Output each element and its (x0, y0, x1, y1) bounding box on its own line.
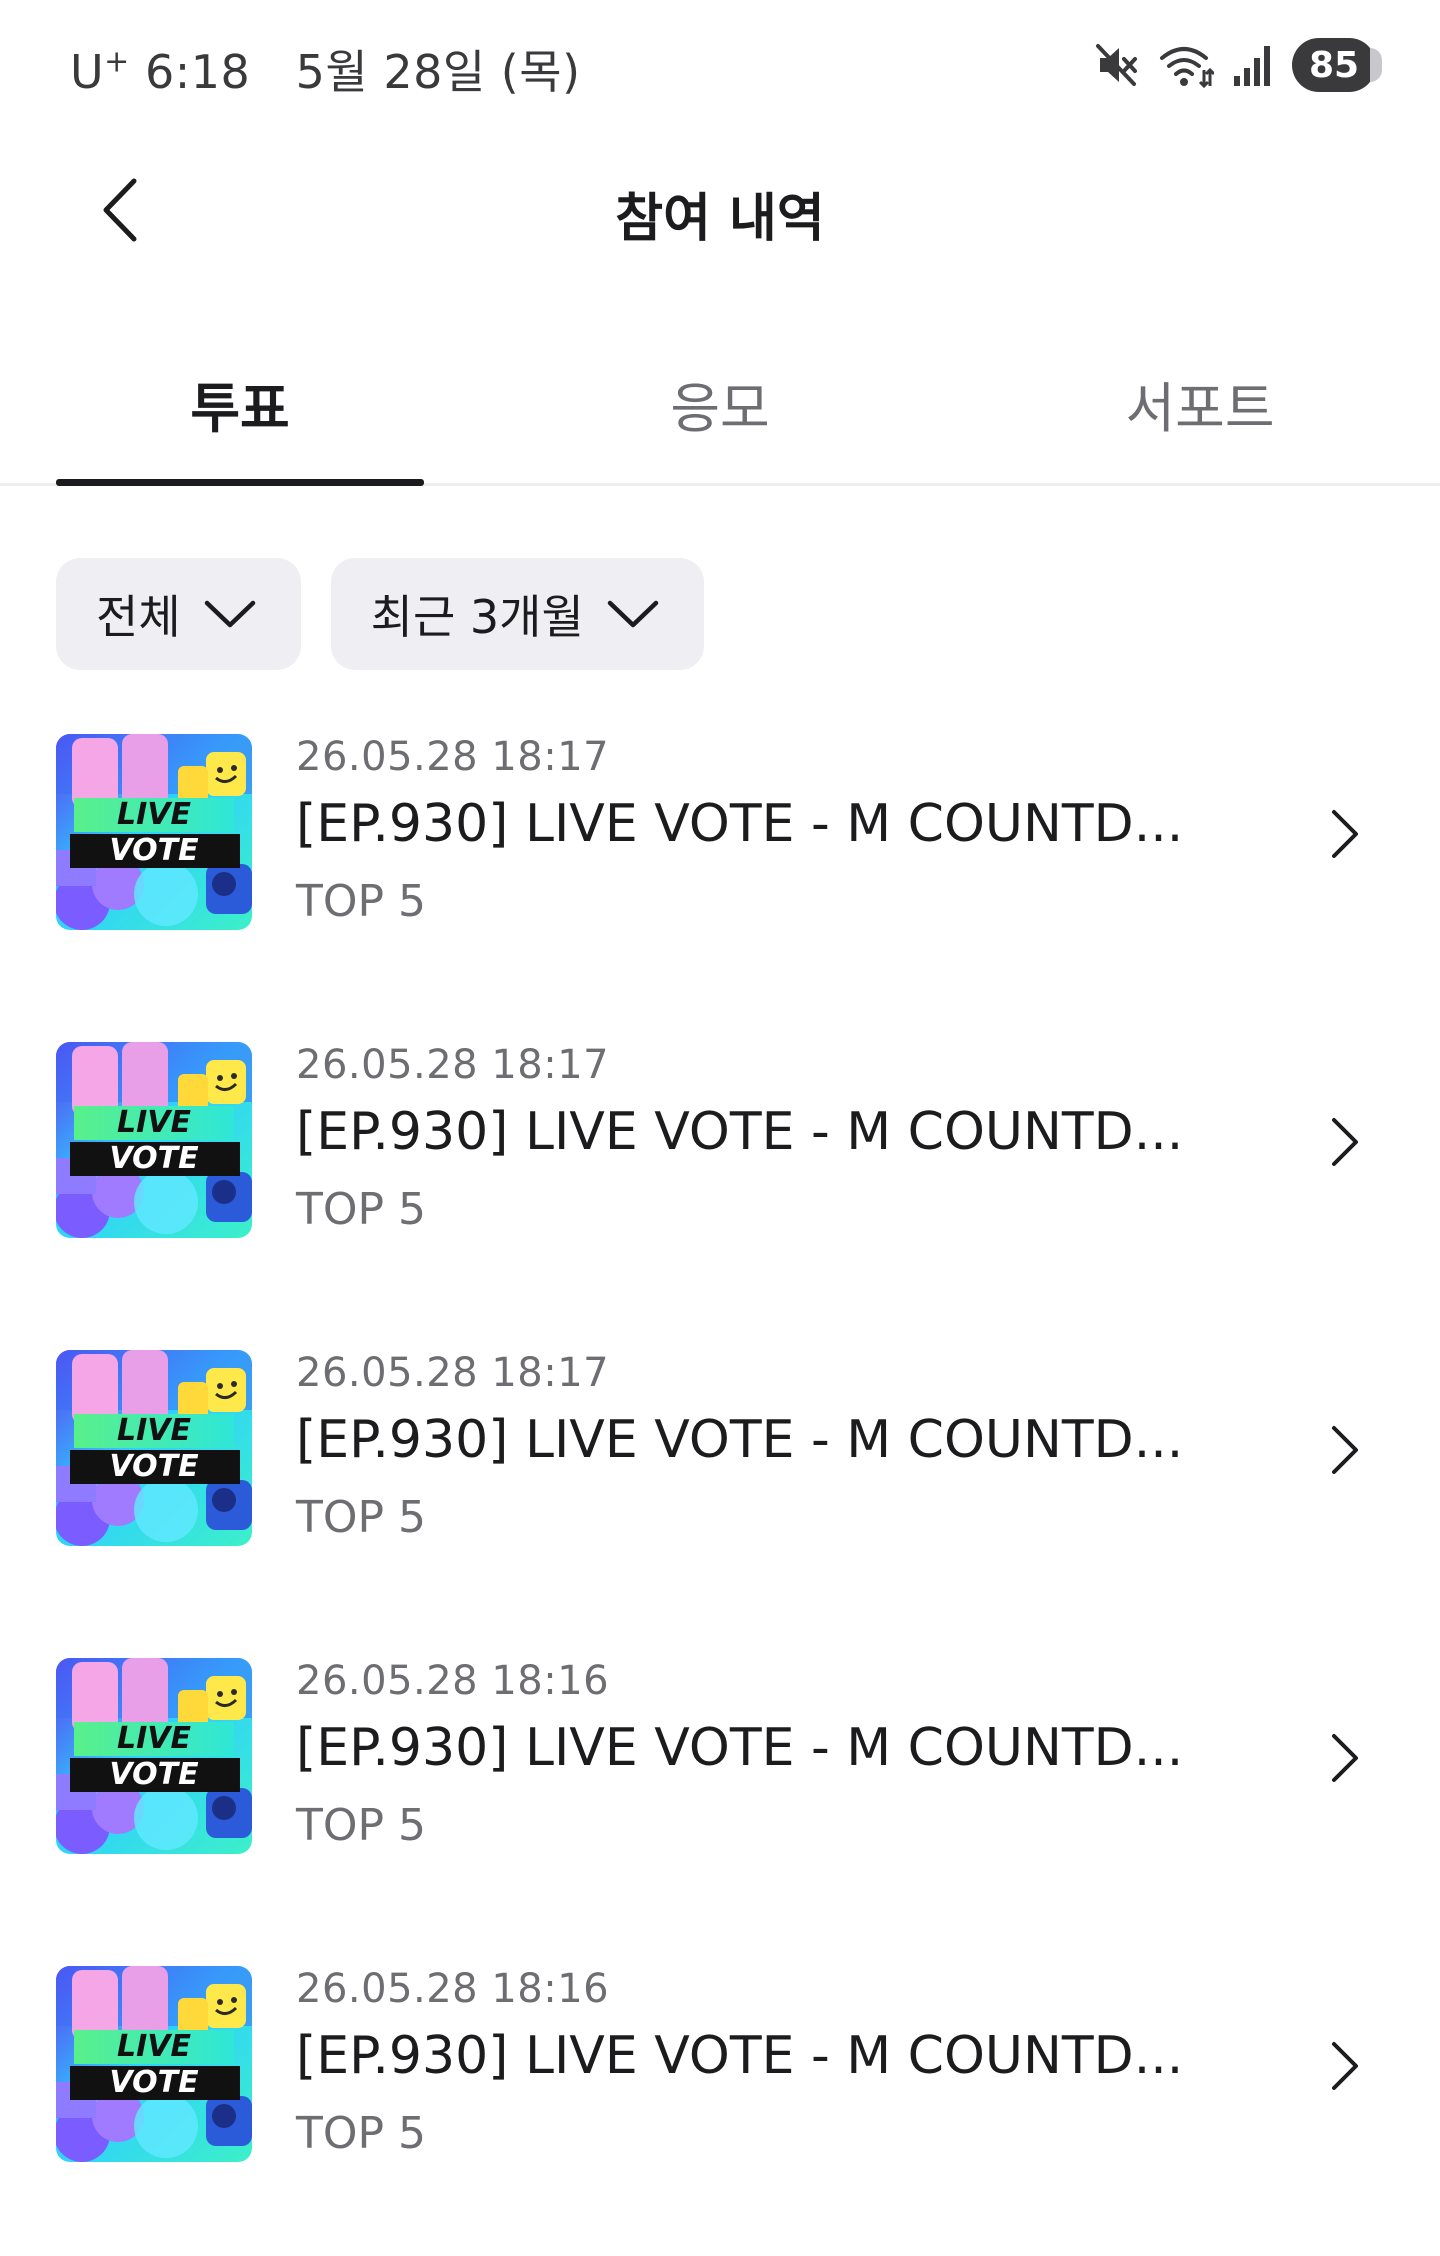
status-time: 6:18 (144, 45, 251, 99)
chevron-right-icon (1332, 810, 1358, 858)
status-right: 85 (1094, 38, 1382, 92)
item-subtitle: TOP 5 (296, 876, 427, 927)
filter-type-label: 전체 (96, 590, 181, 644)
carrier-label: U+ (70, 44, 130, 99)
screen: U+ 6:18 5월 28일 (목) 85 참여 내역 투표 응모 서포트 전체… (0, 0, 1440, 2256)
status-bar: U+ 6:18 5월 28일 (목) 85 (0, 0, 1440, 130)
live-vote-thumbnail: LIVE VOTE (56, 1350, 252, 1546)
list-item[interactable]: LIVE VOTE 26.05.28 18:16 [EP.930] LIVE V… (0, 1652, 1440, 1960)
chevron-down-icon (607, 600, 659, 628)
list-item[interactable]: LIVE VOTE 26.05.28 18:16 [EP.930] LIVE V… (0, 1960, 1440, 2256)
item-title: [EP.930] LIVE VOTE - M COUNTD... (296, 794, 1184, 854)
filter-bar: 전체 최근 3개월 (56, 558, 704, 670)
status-left: U+ 6:18 5월 28일 (목) (70, 36, 581, 102)
signal-icon (1232, 42, 1274, 88)
thumbnail-line2: VOTE (109, 1141, 199, 1176)
live-vote-thumbnail: LIVE VOTE (56, 1042, 252, 1238)
live-vote-thumbnail: LIVE VOTE (56, 734, 252, 930)
item-title: [EP.930] LIVE VOTE - M COUNTD... (296, 1718, 1184, 1778)
item-subtitle: TOP 5 (296, 2108, 427, 2159)
status-date: 5월 28일 (목) (295, 45, 581, 99)
item-date: 26.05.28 18:17 (296, 1350, 610, 1396)
item-title: [EP.930] LIVE VOTE - M COUNTD... (296, 1410, 1184, 1470)
item-title: [EP.930] LIVE VOTE - M COUNTD... (296, 1102, 1184, 1162)
wifi-icon (1158, 42, 1214, 88)
vote-history-list: LIVE VOTE 26.05.28 18:17 [EP.930] LIVE V… (0, 728, 1440, 2256)
item-date: 26.05.28 18:16 (296, 1658, 610, 1704)
tab-support[interactable]: 서포트 (1010, 364, 1390, 443)
battery-indicator: 85 (1292, 38, 1382, 92)
thumbnail-line2: VOTE (109, 1449, 199, 1484)
thumbnail-line2: VOTE (109, 2065, 199, 2100)
item-subtitle: TOP 5 (296, 1184, 427, 1235)
thumbnail-line1: LIVE (117, 2029, 191, 2064)
tab-active-indicator (56, 479, 424, 486)
item-subtitle: TOP 5 (296, 1492, 427, 1543)
tab-bar: 투표 응모 서포트 (0, 340, 1440, 486)
chevron-down-icon (204, 600, 255, 628)
list-item[interactable]: LIVE VOTE 26.05.28 18:17 [EP.930] LIVE V… (0, 1036, 1440, 1344)
item-date: 26.05.28 18:17 (296, 1042, 610, 1088)
header: 참여 내역 (0, 150, 1440, 270)
thumbnail-line1: LIVE (117, 1721, 191, 1756)
tab-vote[interactable]: 투표 (50, 364, 430, 443)
filter-period-dropdown[interactable]: 최근 3개월 (330, 558, 704, 670)
thumbnail-line1: LIVE (117, 1413, 191, 1448)
filter-period-label: 최근 3개월 (370, 590, 584, 644)
item-date: 26.05.28 18:16 (296, 1966, 610, 2012)
thumbnail-line2: VOTE (109, 833, 199, 868)
tab-entry[interactable]: 응모 (530, 364, 910, 443)
item-date: 26.05.28 18:17 (296, 734, 610, 780)
live-vote-thumbnail: LIVE VOTE (56, 1658, 252, 1854)
thumbnail-line1: LIVE (117, 797, 191, 832)
thumbnail-line2: VOTE (109, 1757, 199, 1792)
thumbnail-line1: LIVE (117, 1105, 191, 1140)
live-vote-thumbnail: LIVE VOTE (56, 1966, 252, 2162)
list-item[interactable]: LIVE VOTE 26.05.28 18:17 [EP.930] LIVE V… (0, 1344, 1440, 1652)
filter-type-dropdown[interactable]: 전체 (56, 558, 301, 670)
page-title: 참여 내역 (615, 189, 825, 249)
chevron-right-icon (1332, 1118, 1358, 1166)
chevron-right-icon (1332, 1426, 1358, 1474)
chevron-right-icon (1332, 2042, 1358, 2090)
list-item[interactable]: LIVE VOTE 26.05.28 18:17 [EP.930] LIVE V… (0, 728, 1440, 1036)
item-subtitle: TOP 5 (296, 1800, 427, 1851)
mute-icon (1094, 42, 1140, 88)
item-title: [EP.930] LIVE VOTE - M COUNTD... (296, 2026, 1184, 2086)
chevron-right-icon (1332, 1734, 1358, 1782)
